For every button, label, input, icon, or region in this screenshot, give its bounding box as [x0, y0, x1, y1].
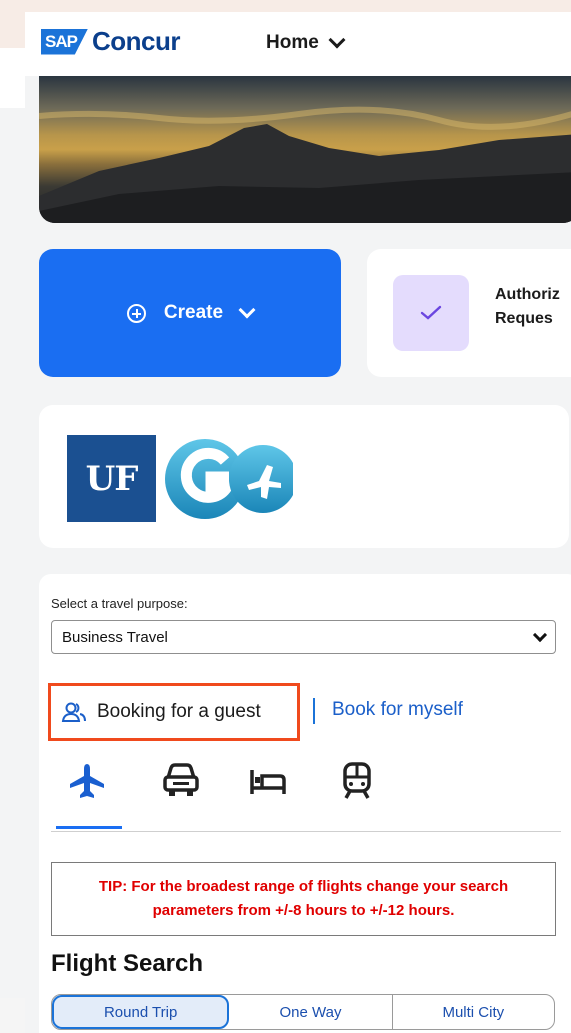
travel-purpose-select[interactable]: Business Travel: [51, 620, 556, 654]
rail-icon: [343, 762, 371, 799]
mountain-landscape: [39, 106, 571, 223]
authorization-request-label: Authoriz Reques: [495, 283, 560, 331]
travel-purpose-label: Select a travel purpose:: [51, 596, 188, 611]
book-for-myself-link[interactable]: Book for myself: [332, 699, 463, 721]
travel-booking-panel: Select a travel purpose: Business Travel…: [39, 574, 571, 1033]
link-separator: [313, 698, 315, 724]
tab-car[interactable]: [150, 762, 212, 816]
round-trip-option[interactable]: Round Trip: [52, 995, 230, 1029]
hero-banner-image: [39, 76, 571, 223]
tab-flight[interactable]: [56, 762, 118, 816]
travel-mode-tabs: [53, 762, 561, 816]
create-button[interactable]: Create: [39, 249, 341, 377]
users-icon: [61, 702, 86, 722]
sap-logo: SAP: [41, 28, 88, 55]
branding-card: UF: [39, 405, 569, 548]
search-tip-text: TIP: For the broadest range of flights c…: [98, 878, 509, 919]
chevron-down-icon: [532, 627, 548, 642]
go-logo-icon: [165, 439, 293, 519]
sap-concur-logo[interactable]: SAP Concur: [41, 26, 181, 57]
plus-circle-icon: [126, 303, 146, 323]
travel-purpose-value: Business Travel: [62, 628, 168, 646]
concur-app: SAP Concur Home Create Authoriz Reques U…: [25, 12, 571, 1033]
one-way-option[interactable]: One Way: [229, 995, 393, 1029]
chevron-down-icon: [238, 301, 256, 319]
hotel-icon: [250, 770, 286, 794]
home-menu[interactable]: Home: [266, 31, 346, 54]
left-side-panel: [0, 48, 25, 998]
authorization-line-1: Authoriz: [495, 286, 560, 303]
bottom-strip: [0, 998, 25, 1033]
authorization-request-card[interactable]: Authoriz Reques: [367, 249, 571, 377]
car-icon: [163, 763, 199, 796]
create-button-label: Create: [163, 302, 224, 323]
tab-rail[interactable]: [326, 762, 388, 816]
search-tip-box: TIP: For the broadest range of flights c…: [51, 862, 556, 936]
active-tab-indicator: [56, 826, 122, 829]
uf-logo: UF: [67, 435, 156, 522]
authorization-line-2: Reques: [495, 310, 553, 327]
multi-city-option[interactable]: Multi City: [393, 995, 554, 1029]
tabs-divider: [51, 831, 561, 832]
home-menu-label: Home: [266, 32, 319, 53]
flight-icon: [70, 764, 104, 798]
tab-hotel[interactable]: [237, 762, 299, 816]
trip-type-toggle: Round Trip One Way Multi City: [51, 994, 555, 1030]
flight-search-title: Flight Search: [51, 950, 204, 977]
left-panel-tab: [0, 48, 25, 108]
booking-for-guest-link[interactable]: Booking for a guest: [48, 683, 300, 741]
checkmark-icon: [393, 275, 469, 351]
top-navigation-bar: SAP Concur Home: [25, 12, 571, 76]
chevron-down-icon: [328, 31, 346, 49]
booking-for-guest-label: Booking for a guest: [97, 701, 261, 722]
concur-wordmark: Concur: [92, 26, 181, 56]
